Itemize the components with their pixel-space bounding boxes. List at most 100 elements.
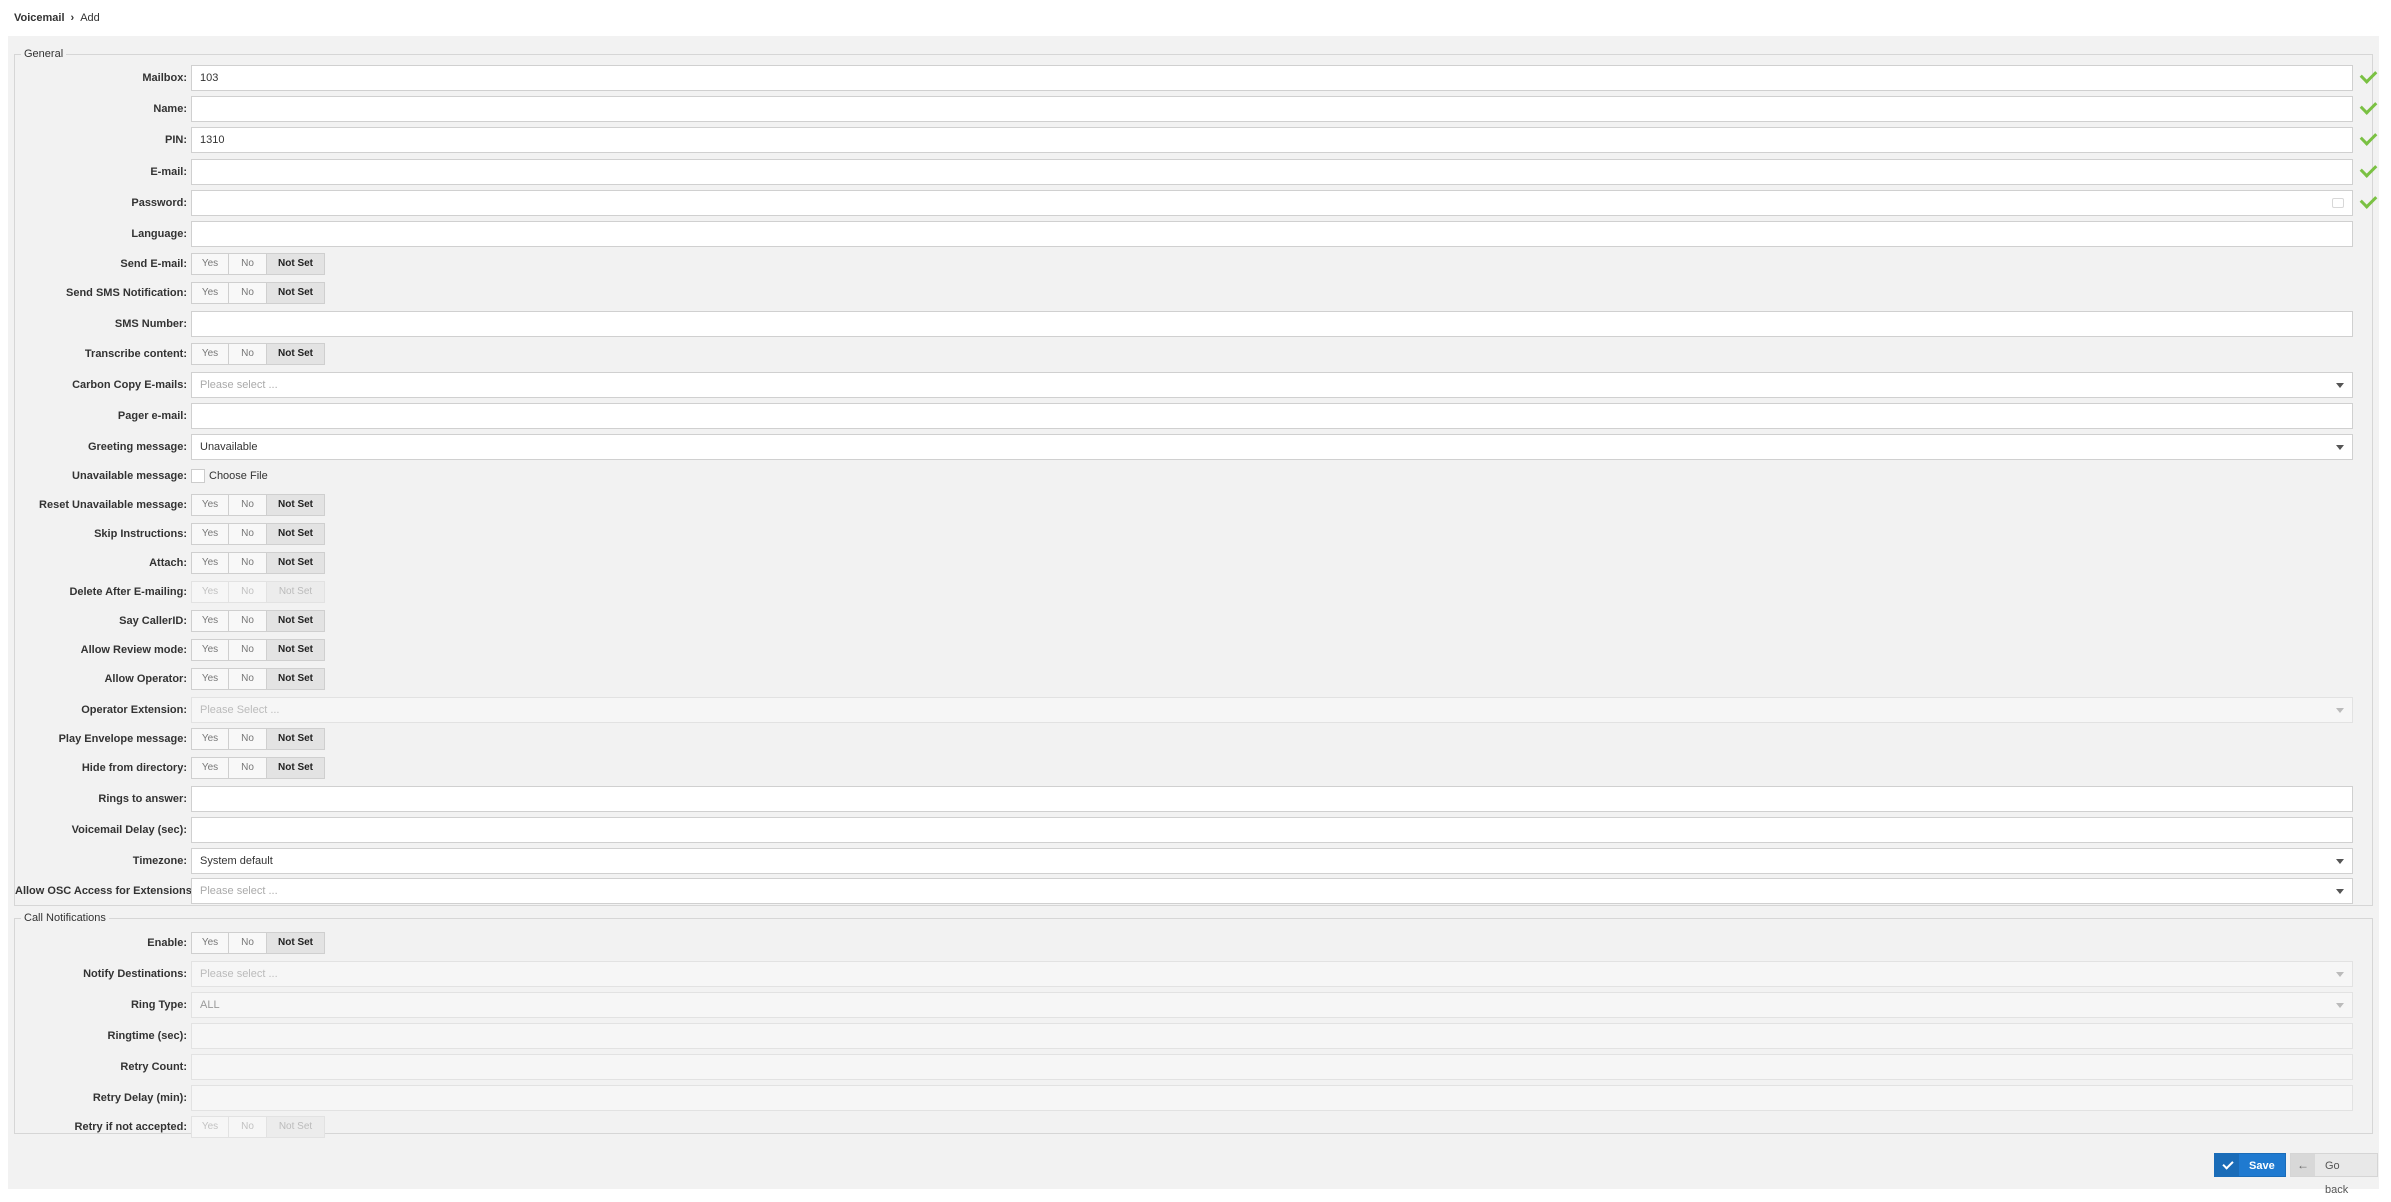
pager-email-input[interactable] xyxy=(191,403,2353,429)
cc-emails-select[interactable]: Please select ... xyxy=(191,372,2353,398)
yes-button: Yes xyxy=(191,1116,229,1138)
language-label: Language: xyxy=(131,228,187,240)
yes-button[interactable]: Yes xyxy=(191,552,229,574)
password-toggle-icon[interactable] xyxy=(2332,198,2344,208)
general-fieldset: General Mailbox: Name: PIN: E-mail: Pass… xyxy=(14,48,2378,906)
greeting-select[interactable]: Unavailable xyxy=(191,434,2353,460)
retry-delay-label: Retry Delay (min): xyxy=(92,1092,187,1104)
rings-label: Rings to answer: xyxy=(98,793,187,805)
cn-enable-label: Enable: xyxy=(147,937,187,949)
no-button[interactable]: No xyxy=(229,343,267,365)
not-set-button[interactable]: Not Set xyxy=(267,639,325,661)
delete-after-row: Delete After E-mailing: Yes No Not Set xyxy=(15,581,2372,607)
no-button[interactable]: No xyxy=(229,552,267,574)
retry-delay-input[interactable] xyxy=(191,1085,2353,1111)
retry-count-input[interactable] xyxy=(191,1054,2353,1080)
email-input[interactable] xyxy=(191,159,2353,185)
allow-operator-row: Allow Operator: Yes No Not Set xyxy=(15,668,2372,694)
save-button[interactable]: Save xyxy=(2214,1153,2286,1177)
retry-count-row: Retry Count: xyxy=(15,1054,2372,1080)
not-set-button[interactable]: Not Set xyxy=(267,668,325,690)
no-button[interactable]: No xyxy=(229,728,267,750)
rings-input[interactable] xyxy=(191,786,2353,812)
timezone-select[interactable]: System default xyxy=(191,848,2353,874)
say-callerid-label: Say CallerID: xyxy=(119,615,187,627)
not-set-button[interactable]: Not Set xyxy=(267,728,325,750)
say-callerid-row: Say CallerID: Yes No Not Set xyxy=(15,610,2372,636)
breadcrumb-current: Add xyxy=(80,12,100,24)
yes-button[interactable]: Yes xyxy=(191,757,229,779)
osc-access-select[interactable]: Please select ... xyxy=(191,878,2353,904)
ring-type-row: Ring Type: ALL xyxy=(15,992,2372,1018)
breadcrumb: Voicemail › Add xyxy=(0,0,2391,36)
not-set-button[interactable]: Not Set xyxy=(267,523,325,545)
yes-button[interactable]: Yes xyxy=(191,253,229,275)
timezone-row: Timezone: System default xyxy=(15,848,2372,874)
no-button[interactable]: No xyxy=(229,253,267,275)
no-button[interactable]: No xyxy=(229,932,267,954)
go-back-button[interactable]: ← Go back xyxy=(2290,1153,2378,1196)
skip-instructions-toggle: Yes No Not Set xyxy=(191,523,325,545)
no-button[interactable]: No xyxy=(229,523,267,545)
ringtime-input[interactable] xyxy=(191,1023,2353,1049)
yes-button[interactable]: Yes xyxy=(191,343,229,365)
not-set-button[interactable]: Not Set xyxy=(267,253,325,275)
breadcrumb-voicemail[interactable]: Voicemail xyxy=(14,12,65,24)
yes-button[interactable]: Yes xyxy=(191,728,229,750)
yes-button[interactable]: Yes xyxy=(191,668,229,690)
vm-delay-input[interactable] xyxy=(191,817,2353,843)
reset-unavailable-toggle: Yes No Not Set xyxy=(191,494,325,516)
no-button[interactable]: No xyxy=(229,494,267,516)
not-set-button: Not Set xyxy=(267,1116,325,1138)
valid-check-icon xyxy=(2359,128,2378,146)
cc-emails-label: Carbon Copy E-mails: xyxy=(72,379,187,391)
go-back-label: Go back xyxy=(2325,1160,2349,1196)
yes-button[interactable]: Yes xyxy=(191,494,229,516)
no-button[interactable]: No xyxy=(229,639,267,661)
ring-type-select[interactable]: ALL xyxy=(191,992,2353,1018)
language-input[interactable] xyxy=(191,221,2353,247)
no-button[interactable]: No xyxy=(229,282,267,304)
not-set-button[interactable]: Not Set xyxy=(267,343,325,365)
notify-dest-select[interactable]: Please select ... xyxy=(191,961,2353,987)
password-input[interactable] xyxy=(191,190,2353,216)
not-set-button[interactable]: Not Set xyxy=(267,932,325,954)
chevron-down-icon xyxy=(2336,1003,2344,1008)
operator-ext-select[interactable]: Please Select ... xyxy=(191,697,2353,723)
not-set-button[interactable]: Not Set xyxy=(267,610,325,632)
sms-number-input[interactable] xyxy=(191,311,2353,337)
pin-input[interactable] xyxy=(191,127,2353,153)
hide-directory-label: Hide from directory: xyxy=(81,762,187,774)
name-input[interactable] xyxy=(191,96,2353,122)
not-set-button[interactable]: Not Set xyxy=(267,282,325,304)
allow-operator-label: Allow Operator: xyxy=(104,673,187,685)
yes-button[interactable]: Yes xyxy=(191,639,229,661)
not-set-button[interactable]: Not Set xyxy=(267,757,325,779)
osc-access-label: Allow OSC Access for Extensions: xyxy=(15,885,196,897)
not-set-button[interactable]: Not Set xyxy=(267,552,325,574)
send-email-toggle: Yes No Not Set xyxy=(191,253,325,275)
mailbox-input[interactable] xyxy=(191,65,2353,91)
yes-button[interactable]: Yes xyxy=(191,282,229,304)
yes-button[interactable]: Yes xyxy=(191,610,229,632)
retry-count-label: Retry Count: xyxy=(120,1061,187,1073)
allow-review-row: Allow Review mode: Yes No Not Set xyxy=(15,639,2372,665)
choose-file-button[interactable]: Choose File xyxy=(191,465,268,487)
no-button: No xyxy=(229,1116,267,1138)
back-icon-box: ← xyxy=(2291,1154,2315,1176)
send-sms-toggle: Yes No Not Set xyxy=(191,282,325,304)
not-set-button[interactable]: Not Set xyxy=(267,494,325,516)
name-row: Name: xyxy=(15,96,2378,122)
operator-ext-row: Operator Extension: Please Select ... xyxy=(15,697,2372,723)
no-button[interactable]: No xyxy=(229,757,267,779)
ring-type-label: Ring Type: xyxy=(130,999,187,1011)
no-button[interactable]: No xyxy=(229,610,267,632)
cn-enable-row: Enable: Yes No Not Set xyxy=(15,932,2372,958)
general-legend: General xyxy=(24,48,64,60)
valid-check-icon xyxy=(2359,97,2378,115)
yes-button[interactable]: Yes xyxy=(191,523,229,545)
yes-button[interactable]: Yes xyxy=(191,932,229,954)
no-button[interactable]: No xyxy=(229,668,267,690)
transcribe-row: Transcribe content: Yes No Not Set xyxy=(15,343,2372,369)
not-set-button: Not Set xyxy=(267,581,325,603)
